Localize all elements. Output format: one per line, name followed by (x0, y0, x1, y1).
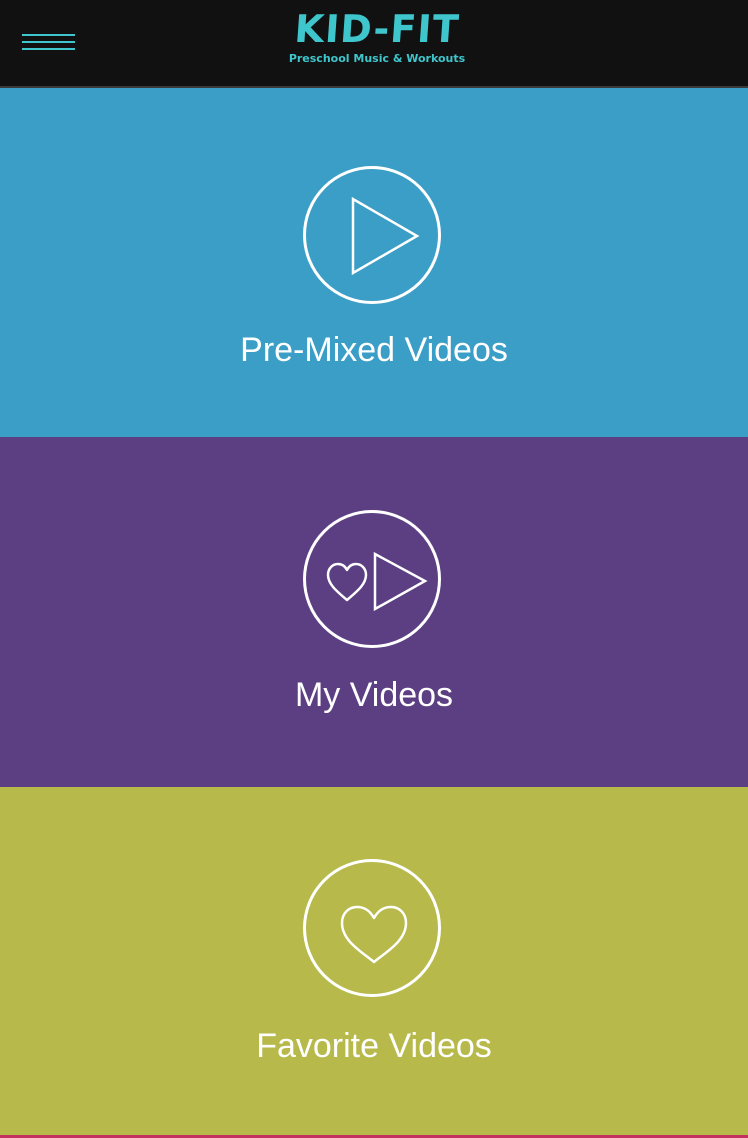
hamburger-menu-button[interactable] (22, 30, 76, 60)
tile-label: Pre-Mixed Videos (240, 331, 508, 369)
heart-play-circle (303, 510, 441, 648)
app-logo: KID-FIT Preschool Music & Workouts (274, 6, 480, 76)
heart-circle (303, 859, 441, 997)
tile-label: Favorite Videos (256, 1027, 492, 1065)
menu-line (22, 48, 75, 50)
logo-title: KID-FIT (293, 7, 461, 51)
my-videos-tile[interactable]: My Videos (0, 437, 748, 787)
play-icon (351, 196, 420, 276)
menu-line (22, 34, 75, 36)
tile-label: My Videos (294, 676, 454, 714)
logo-subtitle: Preschool Music & Workouts (288, 52, 466, 65)
play-circle (303, 166, 441, 304)
heart-play-icon (326, 551, 428, 612)
favorite-videos-tile[interactable]: Favorite Videos (0, 787, 748, 1135)
app-header: KID-FIT Preschool Music & Workouts (0, 0, 748, 88)
heart-icon (340, 905, 408, 964)
pre-mixed-videos-tile[interactable]: Pre-Mixed Videos (0, 88, 748, 437)
menu-line (22, 41, 75, 43)
